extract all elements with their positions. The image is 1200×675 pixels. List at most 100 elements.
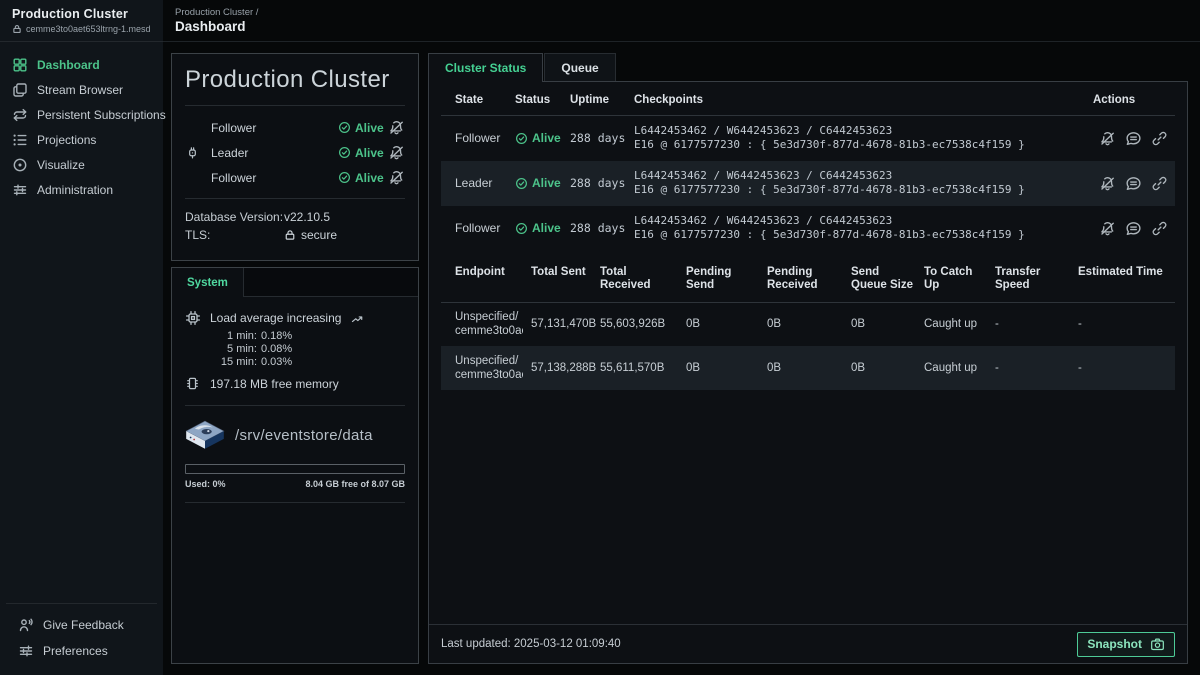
mute-notifications-button[interactable] [388,169,405,186]
col-state: State [441,82,511,116]
sidebar-item-label: Administration [37,183,113,197]
persistent-subscriptions-icon [12,107,28,123]
col-uptime: Uptime [566,82,630,116]
check-circle-icon [515,132,528,145]
db-version-value: v22.10.5 [284,210,330,224]
system-card-body: Load average increasing 1 min:0.18% 5 mi… [172,297,418,663]
dashboard-icon [12,57,28,73]
cell-estimated-time: - [1074,346,1175,390]
mute-notifications-button[interactable] [1099,130,1116,147]
node-logs-button[interactable] [1125,220,1142,237]
cell-estimated-time: - [1074,302,1175,346]
sidebar-item-stream-browser[interactable]: Stream Browser [0,78,163,102]
mute-notifications-button[interactable] [1099,220,1116,237]
tab-system[interactable]: System [172,268,244,297]
cell-to-catch-up: Caught up [920,302,991,346]
cell-status: Alive [515,221,562,235]
sidebar-item-persistent-subscriptions[interactable]: Persistent Subscriptions [0,103,163,127]
load-average-row: Load average increasing [185,310,405,326]
checkpoint-line1: L6442453462 / W6442453623 / C6442453623 [634,214,1085,228]
sidebar-footer: Give Feedback Preferences [6,603,157,675]
cell-endpoint: Unspecified/cemme3to0aet6 [455,310,523,338]
cluster-endpoint: cemme3to0aet653ltrng-1.mesdb.... [12,24,151,34]
cell-pending-received: 0B [763,346,847,390]
disk-icon [185,420,225,451]
col-pending-send: Pending Send [682,255,763,303]
col-pending-received: Pending Received [763,255,847,303]
check-circle-icon [515,177,528,190]
free-memory-row: 197.18 MB free memory [185,376,405,392]
leader-plug-icon [185,145,201,160]
page-title: Dashboard [175,19,1200,34]
col-to-catch-up: To Catch Up [920,255,991,303]
cell-transfer-speed: - [991,302,1074,346]
node-role: Leader [211,146,338,160]
node-status-row: Leader Alive 288 days L6442453462 / W644… [441,161,1175,206]
sidebar-item-label: Preferences [43,644,108,658]
cell-state: Follower [441,206,511,251]
panel-footer: Last updated: 2025-03-12 01:09:40 Snapsh… [429,624,1187,663]
cell-uptime: 288 days [566,161,630,206]
node-status: Alive [338,171,388,185]
mute-notifications-button[interactable] [388,119,405,136]
left-column: Production Cluster Follower Alive [171,53,419,664]
col-transfer-speed: Transfer Speed [991,255,1074,303]
col-checkpoints: Checkpoints [630,82,1089,116]
sidebar-item-label: Visualize [37,158,85,172]
tls-label: TLS: [185,228,284,242]
replication-table: Endpoint Total Sent Total Received Pendi… [441,255,1175,391]
node-logs-button[interactable] [1125,130,1142,147]
cluster-endpoint-text: cemme3to0aet653ltrng-1.mesdb.... [26,24,151,34]
col-estimated-time: Estimated Time [1074,255,1175,303]
sidebar-item-give-feedback[interactable]: Give Feedback [12,613,151,637]
divider [185,105,405,106]
sidebar-item-administration[interactable]: Administration [0,178,163,202]
sidebar-item-projections[interactable]: Projections [0,128,163,152]
col-actions: Actions [1089,82,1175,116]
node-status: Alive [338,121,388,135]
lock-icon [284,229,296,241]
node-status-row: Follower Alive 288 days L6442453462 / W6… [441,206,1175,251]
checkpoint-line1: L6442453462 / W6442453623 / C6442453623 [634,124,1085,138]
tab-queue[interactable]: Queue [544,53,615,81]
system-card-tabs: System [172,268,418,297]
node-list: Follower Alive Leader Alive [185,115,405,190]
cell-send-queue-size: 0B [847,302,920,346]
tab-cluster-status[interactable]: Cluster Status [428,53,543,82]
node-logs-button[interactable] [1125,175,1142,192]
sidebar-item-preferences[interactable]: Preferences [12,639,151,663]
sidebar-item-visualize[interactable]: Visualize [0,153,163,177]
disk-path: /srv/eventstore/data [235,427,373,444]
cell-status: Alive [515,176,562,190]
check-circle-icon [338,171,351,184]
snapshot-button[interactable]: Snapshot [1077,632,1175,657]
mute-notifications-button[interactable] [388,144,405,161]
cluster-name: Production Cluster [12,7,151,21]
cell-uptime: 288 days [566,116,630,161]
col-endpoint: Endpoint [441,255,527,303]
cluster-status-panel: State Status Uptime Checkpoints Actions … [428,81,1188,664]
node-status-row: Follower Alive 288 days L6442453462 / W6… [441,116,1175,161]
memory-icon [185,376,201,392]
node-link-button[interactable] [1151,220,1168,237]
sidebar-item-dashboard[interactable]: Dashboard [0,53,163,77]
disk-usage-labels: Used: 0% 8.04 GB free of 8.07 GB [185,479,405,489]
mute-notifications-button[interactable] [1099,175,1116,192]
divider [185,405,405,406]
sidebar: Production Cluster cemme3to0aet653ltrng-… [0,0,163,675]
node-role: Follower [211,121,338,135]
node-link-button[interactable] [1151,175,1168,192]
node-role: Follower [211,171,338,185]
cell-total-sent: 57,131,470B [527,302,596,346]
tls-row: TLS: secure [185,228,405,242]
content-body: Production Cluster Follower Alive [163,42,1200,675]
camera-icon [1150,637,1165,652]
sidebar-header: Production Cluster cemme3to0aet653ltrng-… [0,0,163,42]
breadcrumb-parent[interactable]: Production Cluster / [175,7,1200,18]
col-send-queue-size: Send Queue Size [847,255,920,303]
sidebar-nav: Dashboard Stream Browser Persistent Subs… [0,42,163,603]
preferences-icon [18,643,34,659]
row-actions [1093,130,1171,147]
sidebar-item-label: Give Feedback [43,618,124,632]
node-link-button[interactable] [1151,130,1168,147]
